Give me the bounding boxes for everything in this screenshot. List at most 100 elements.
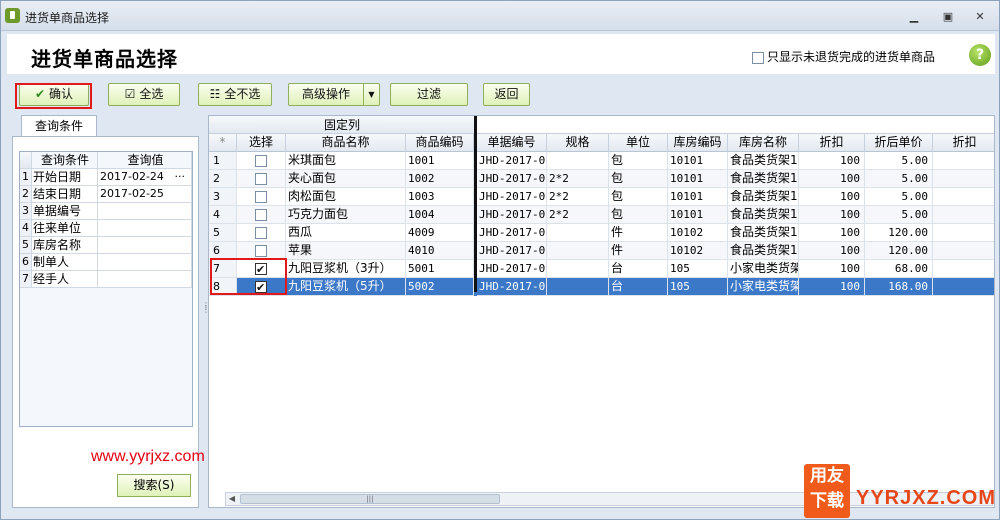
warehouse-code[interactable]: 10101 (668, 188, 728, 206)
query-row[interactable]: 3 单据编号 (20, 203, 192, 220)
condition-value[interactable] (98, 271, 192, 288)
checkbox-icon[interactable] (255, 154, 267, 167)
warehouse-code[interactable]: 10101 (668, 152, 728, 170)
select-all-button[interactable]: ☑ 全选 (108, 83, 180, 106)
bill-no[interactable]: JHD-2017-02 (477, 152, 547, 170)
spec[interactable] (547, 152, 609, 170)
close-icon[interactable]: ✕ (971, 10, 989, 24)
spec[interactable]: 2*2 (547, 188, 609, 206)
spec[interactable]: 2*2 (547, 170, 609, 188)
table-row[interactable]: 2 夹心面包 1002 JHD-2017-02 2*2 包 10101 食品类货架1 100 5.… (209, 170, 994, 188)
product-name[interactable]: 夹心面包 (286, 170, 406, 188)
minimize-icon[interactable]: ▁ (905, 10, 923, 24)
query-row[interactable]: 1 开始日期 2017-02-24 ··· (20, 169, 192, 186)
table-row[interactable]: 8九阳豆浆机（5升）5002JHD-2017-02台105小家电类货架10016… (209, 278, 994, 296)
table-row[interactable]: 6 苹果 4010 JHD-2017-02 件 10102 食品类货架1 100 120.00 (209, 242, 994, 260)
unit[interactable]: 件 (609, 224, 668, 242)
tab-query-conditions[interactable]: 查询条件 (21, 115, 97, 137)
header-warehouse-code[interactable]: 库房编码 (668, 134, 728, 152)
header-discount-2[interactable]: 折扣 (933, 134, 994, 152)
discounted-price[interactable]: 5.00 (865, 206, 933, 224)
condition-value[interactable] (98, 254, 192, 271)
product-code[interactable]: 1004 (406, 206, 474, 224)
header-warehouse-name[interactable]: 库房名称 (728, 134, 799, 152)
header-discount[interactable]: 折扣 (799, 134, 865, 152)
checkbox-icon[interactable] (255, 190, 267, 203)
select-cell[interactable] (237, 224, 286, 242)
warehouse-name[interactable]: 食品类货架1 (728, 170, 799, 188)
discounted-price[interactable]: 68.00 (865, 260, 933, 278)
product-code[interactable]: 4010 (406, 242, 474, 260)
header-product-name[interactable]: 商品名称 (286, 134, 406, 152)
search-button[interactable]: 搜索(S) (117, 474, 191, 497)
bill-no[interactable]: JHD-2017-02 (477, 260, 547, 278)
header-select[interactable]: 选择 (237, 134, 286, 152)
discount[interactable]: 100 (799, 260, 865, 278)
header-bill-no[interactable]: 单据编号 (477, 134, 547, 152)
header-product-code[interactable]: 商品编码 (406, 134, 474, 152)
warehouse-code[interactable]: 105 (668, 278, 728, 296)
bill-no[interactable]: JHD-2017-02 (477, 278, 547, 296)
warehouse-code[interactable]: 105 (668, 260, 728, 278)
unit[interactable]: 包 (609, 188, 668, 206)
advanced-button[interactable]: 高级操作 ▼ (288, 83, 380, 106)
warehouse-code[interactable]: 10102 (668, 242, 728, 260)
select-cell[interactable] (237, 206, 286, 224)
product-code[interactable]: 5002 (406, 278, 474, 296)
warehouse-name[interactable]: 食品类货架1 (728, 224, 799, 242)
unit[interactable]: 包 (609, 152, 668, 170)
checkbox-icon[interactable] (255, 244, 267, 257)
bill-no[interactable]: JHD-2017-02 (477, 188, 547, 206)
warehouse-code[interactable]: 10101 (668, 206, 728, 224)
discount[interactable]: 100 (799, 278, 865, 296)
product-name[interactable]: 巧克力面包 (286, 206, 406, 224)
filter-button[interactable]: 过滤 (390, 83, 468, 106)
query-row[interactable]: 4 往来单位 (20, 220, 192, 237)
website-link[interactable]: www.yyrjxz.com (91, 448, 205, 466)
checkbox-icon[interactable] (255, 226, 267, 239)
spec[interactable] (547, 278, 609, 296)
product-name[interactable]: 九阳豆浆机（3升） (286, 260, 406, 278)
spec[interactable]: 2*2 (547, 206, 609, 224)
scroll-left-icon[interactable]: ◀ (226, 493, 238, 505)
discounted-price[interactable]: 120.00 (865, 224, 933, 242)
discounted-price[interactable]: 168.00 (865, 278, 933, 296)
unit[interactable]: 件 (609, 242, 668, 260)
discounted-price[interactable]: 5.00 (865, 170, 933, 188)
bill-no[interactable]: JHD-2017-02 (477, 170, 547, 188)
product-code[interactable]: 1002 (406, 170, 474, 188)
checkbox-icon[interactable] (255, 172, 267, 185)
product-name[interactable]: 肉松面包 (286, 188, 406, 206)
header-discounted-price[interactable]: 折后单价 (865, 134, 933, 152)
discount[interactable]: 100 (799, 206, 865, 224)
table-row[interactable]: 5 西瓜 4009 JHD-2017-02 件 10102 食品类货架1 100 120.00 (209, 224, 994, 242)
splitter-handle[interactable]: ⋮ ⋮ (202, 302, 210, 314)
warehouse-name[interactable]: 食品类货架1 (728, 206, 799, 224)
discounted-price[interactable]: 5.00 (865, 152, 933, 170)
warehouse-name[interactable]: 小家电类货架 (728, 278, 799, 296)
table-row[interactable]: 3 肉松面包 1003 JHD-2017-02 2*2 包 10101 食品类货架1 100 5.… (209, 188, 994, 206)
checkbox-icon[interactable] (752, 51, 764, 64)
checkbox-icon[interactable] (255, 208, 267, 221)
query-row[interactable]: 5 库房名称 (20, 237, 192, 254)
date-picker-icon[interactable]: ··· (175, 169, 186, 185)
dropdown-arrow-icon[interactable]: ▼ (363, 84, 379, 105)
condition-value[interactable] (98, 237, 192, 254)
condition-value[interactable] (98, 203, 192, 220)
product-name[interactable]: 苹果 (286, 242, 406, 260)
discounted-price[interactable]: 120.00 (865, 242, 933, 260)
help-icon[interactable]: ? (969, 44, 991, 66)
warehouse-name[interactable]: 食品类货架1 (728, 152, 799, 170)
warehouse-code[interactable]: 10101 (668, 170, 728, 188)
product-name[interactable]: 西瓜 (286, 224, 406, 242)
product-code[interactable]: 1001 (406, 152, 474, 170)
discounted-price[interactable]: 5.00 (865, 188, 933, 206)
table-row[interactable]: 4 巧克力面包 1004 JHD-2017-02 2*2 包 10101 食品类货架1 100 5… (209, 206, 994, 224)
discount[interactable]: 100 (799, 152, 865, 170)
spec[interactable] (547, 224, 609, 242)
warehouse-name[interactable]: 食品类货架1 (728, 188, 799, 206)
warehouse-name[interactable]: 小家电类货架 (728, 260, 799, 278)
bill-no[interactable]: JHD-2017-02 (477, 242, 547, 260)
unit[interactable]: 包 (609, 170, 668, 188)
product-name[interactable]: 九阳豆浆机（5升） (286, 278, 406, 296)
